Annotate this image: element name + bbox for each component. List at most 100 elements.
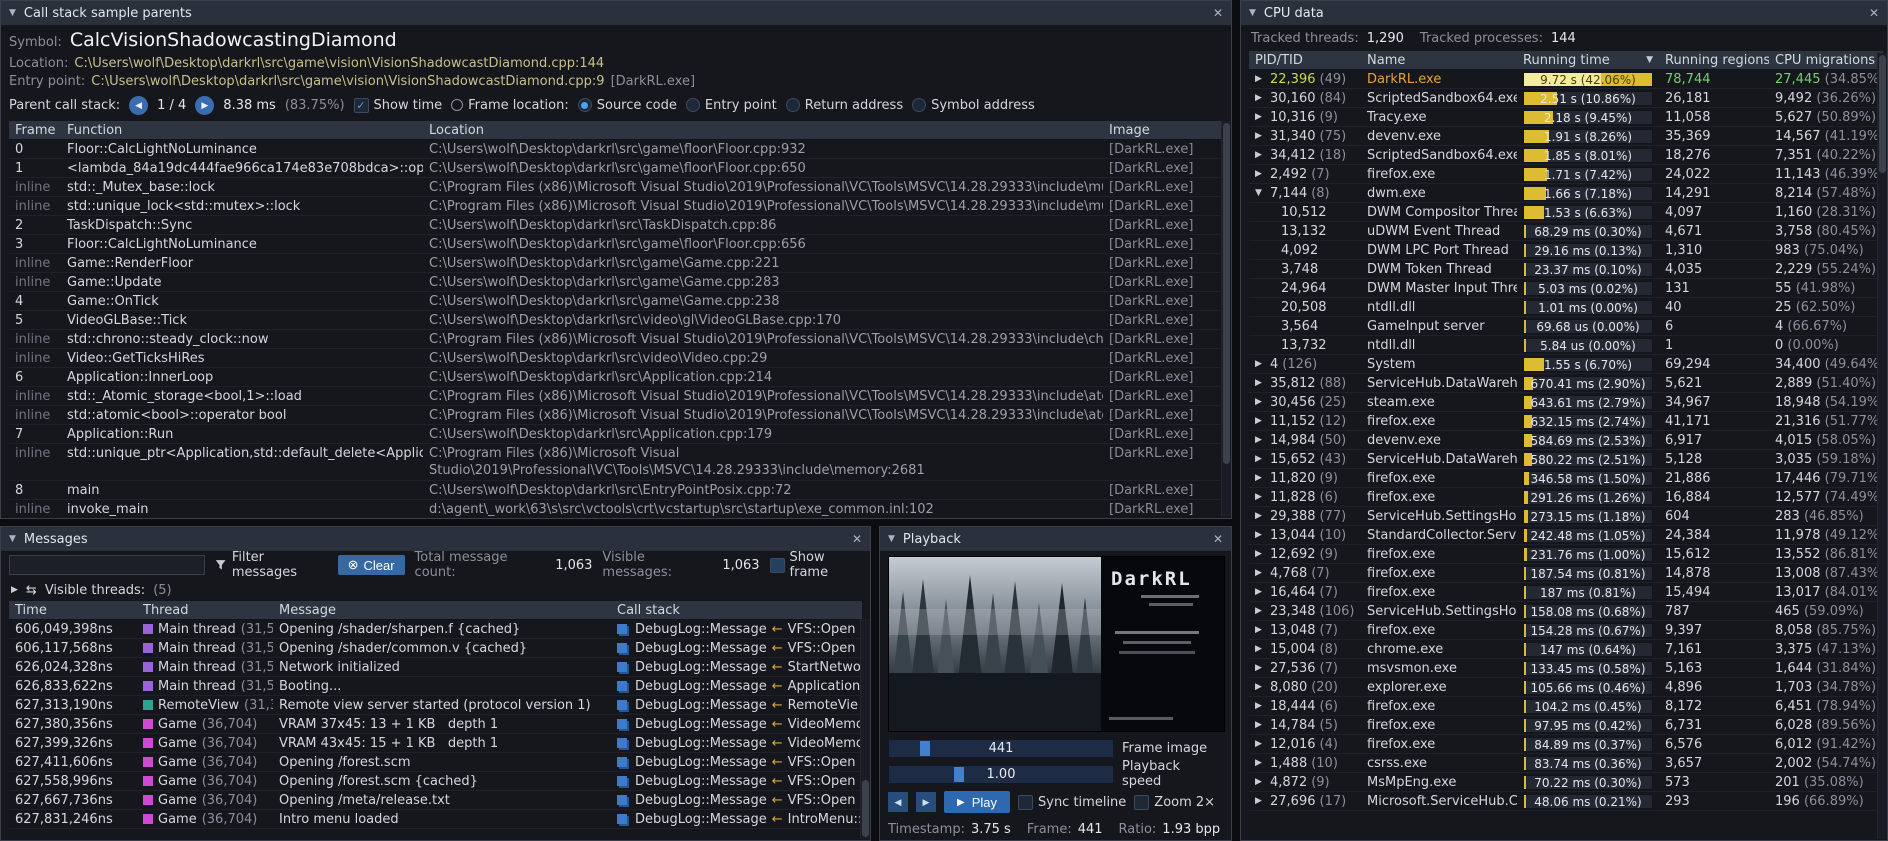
expand-row-icon[interactable]: ▶ [1255,507,1266,525]
message-row[interactable]: 626,024,328nsMain thread(31,596)Network … [9,658,862,677]
column-header-pid-tid[interactable]: PID/TID [1249,51,1361,69]
previous-frame-button[interactable]: ◀ [888,792,908,812]
expand-row-icon[interactable]: ▶ [1255,697,1266,715]
expand-row-icon[interactable]: ▶ [1255,127,1266,145]
column-header-cpu-migrations[interactable]: CPU migrations [1769,51,1883,69]
message-row[interactable]: 627,380,356nsGame(36,704)VRAM 37x45: 13 … [9,715,862,734]
callstack-row[interactable]: inlineVideo::GetTicksHiResC:\Users\wolf\… [9,349,1223,368]
message-row[interactable]: 606,117,568nsMain thread(31,596)Opening … [9,639,862,658]
messages-table-header[interactable]: Time Thread Message Call stack [9,601,862,620]
callstack-row[interactable]: inlinestd::unique_ptr<Application,std::d… [9,444,1223,481]
callstack-cell[interactable]: DebugLog::Message←VFS::Open [611,639,862,657]
callstack-table-header[interactable]: Frame Function Location Image [9,121,1223,140]
collapse-icon[interactable]: ▼ [1249,8,1256,18]
cpu-scrollbar[interactable] [1877,53,1887,839]
cpu-row[interactable]: ▶29,388(77)ServiceHub.SettingsHost273.15… [1249,507,1883,526]
expand-row-icon[interactable]: ▶ [1255,640,1266,658]
column-header-name[interactable]: Name [1361,51,1517,69]
cpu-row[interactable]: ▶15,652(43)ServiceHub.DataWarehou580.22 … [1249,450,1883,469]
cpu-row[interactable]: ▶4(126)System1.55 s (6.70%)69,29434,400 … [1249,355,1883,374]
callstack-row[interactable]: 5VideoGLBase::TickC:\Users\wolf\Desktop\… [9,311,1223,330]
close-icon[interactable]: ✕ [1213,6,1223,20]
cpu-row[interactable]: ▶13,048(7)firefox.exe154.28 ms (0.67%)9,… [1249,621,1883,640]
cpu-row[interactable]: ▶12,016(4)firefox.exe84.89 ms (0.37%)6,5… [1249,735,1883,754]
expand-row-icon[interactable]: ▶ [1255,602,1266,620]
callstack-row[interactable]: inlineinvoke_maind:\agent\_work\63\s\src… [9,500,1223,518]
cpu-row[interactable]: ▶1,488(10)csrss.exe83.74 ms (0.36%)3,657… [1249,754,1883,773]
message-row[interactable]: 627,558,996nsGame(36,704)Opening /forest… [9,772,862,791]
clear-button[interactable]: ⊗ Clear [338,555,405,575]
expand-row-icon[interactable]: ▶ [1255,469,1266,487]
scrollbar-thumb[interactable] [1879,55,1886,173]
column-header-image[interactable]: Image [1103,121,1213,139]
cpu-row[interactable]: ▶4,768(7)firefox.exe187.54 ms (0.81%)14,… [1249,564,1883,583]
expand-row-icon[interactable]: ▶ [1255,89,1266,107]
cpu-row[interactable]: ▶8,080(20)explorer.exe105.66 ms (0.46%)4… [1249,678,1883,697]
callstack-row[interactable]: inlinestd::atomic<bool>::operator boolC:… [9,406,1223,425]
callstack-cell[interactable]: DebugLog::Message←IntroMenu:: [611,810,862,828]
cpu-row[interactable]: ▶4,872(9)MsMpEng.exe70.22 ms (0.30%)5732… [1249,773,1883,792]
scrollbar-thumb[interactable] [1223,123,1230,464]
expand-row-icon[interactable]: ▶ [1255,583,1266,601]
column-header-message[interactable]: Message [273,601,611,619]
next-frame-button[interactable]: ▶ [916,792,936,812]
message-filter-input[interactable] [9,555,205,575]
callstack-cell[interactable]: DebugLog::Message←VFS::Open [611,791,862,809]
cpu-row[interactable]: 3,564GameInput server69.68 us (0.00%)64 … [1249,317,1883,336]
expand-row-icon[interactable]: ▶ [1255,526,1266,544]
cpu-row[interactable]: ▶34,412(18)ScriptedSandbox64.exe1.85 s (… [1249,146,1883,165]
callstack-row[interactable]: inlineGame::RenderFloorC:\Users\wolf\Des… [9,254,1223,273]
cpu-row[interactable]: ▶11,820(9)firefox.exe346.58 ms (1.50%)21… [1249,469,1883,488]
show-frame-checkbox[interactable] [770,558,785,573]
cpu-panel-titlebar[interactable]: ▼ CPU data ✕ [1241,1,1887,25]
callstack-cell[interactable]: DebugLog::Message←VideoMemo [611,715,862,733]
collapse-row-icon[interactable]: ▼ [1255,184,1266,202]
cpu-row[interactable]: ▶27,696(17)Microsoft.ServiceHub.Co48.06 … [1249,792,1883,811]
cpu-row[interactable]: ▼7,144(8)dwm.exe1.66 s (7.18%)14,2918,21… [1249,184,1883,203]
column-header-frame[interactable]: Frame [9,121,61,139]
expand-row-icon[interactable]: ▶ [1255,545,1266,563]
callstack-row[interactable]: 4Game::OnTickC:\Users\wolf\Desktop\darkr… [9,292,1223,311]
message-row[interactable]: 606,049,398nsMain thread(31,596)Opening … [9,620,862,639]
cpu-row[interactable]: ▶18,444(6)firefox.exe104.2 ms (0.45%)8,1… [1249,697,1883,716]
cpu-row[interactable]: ▶16,464(7)firefox.exe187 ms (0.81%)15,49… [1249,583,1883,602]
expand-row-icon[interactable]: ▶ [1255,165,1266,183]
callstack-row[interactable]: 8mainC:\Users\wolf\Desktop\darkrl\src\En… [9,481,1223,500]
zoom-2x-checkbox[interactable] [1134,795,1149,810]
column-header-location[interactable]: Location [423,121,1103,139]
callstack-row[interactable]: 7Application::RunC:\Users\wolf\Desktop\d… [9,425,1223,444]
collapse-icon[interactable]: ▼ [9,8,16,18]
column-header-thread[interactable]: Thread [137,601,273,619]
callstack-row[interactable]: inlineGame::UpdateC:\Users\wolf\Desktop\… [9,273,1223,292]
expand-row-icon[interactable]: ▶ [1255,735,1266,753]
cpu-row[interactable]: 13,132uDWM Event Thread68.29 ms (0.30%)4… [1249,222,1883,241]
expand-row-icon[interactable]: ▶ [1255,70,1266,88]
callstack-row[interactable]: inlinestd::unique_lock<std::mutex>::lock… [9,197,1223,216]
cpu-row[interactable]: 10,512DWM Compositor Thread1.53 s (6.63%… [1249,203,1883,222]
callstack-cell[interactable]: DebugLog::Message←VFS::Open [611,620,862,638]
message-row[interactable]: 627,831,246nsGame(36,704)Intro menu load… [9,810,862,829]
cpu-row[interactable]: ▶13,044(10)StandardCollector.Servic242.4… [1249,526,1883,545]
expand-row-icon[interactable]: ▶ [1255,754,1266,772]
expand-row-icon[interactable]: ▶ [1255,564,1266,582]
message-row[interactable]: 627,313,190nsRemoteView(31,392)Remote vi… [9,696,862,715]
expand-row-icon[interactable]: ▶ [1255,412,1266,430]
callstack-row[interactable]: inlinestd::_Mutex_base::lockC:\Program F… [9,178,1223,197]
message-row[interactable]: 627,667,736nsGame(36,704)Opening /meta/r… [9,791,862,810]
next-callstack-button[interactable]: ▶ [195,96,214,115]
show-time-checkbox[interactable]: ✓ [354,98,369,113]
expand-row-icon[interactable]: ▶ [1255,773,1266,791]
callstack-cell[interactable]: DebugLog::Message←VFS::Open [611,753,862,771]
cpu-row[interactable]: ▶14,784(5)firefox.exe97.95 ms (0.42%)6,7… [1249,716,1883,735]
cpu-row[interactable]: ▶23,348(106)ServiceHub.SettingsHost158.0… [1249,602,1883,621]
message-row[interactable]: 627,411,606nsGame(36,704)Opening /forest… [9,753,862,772]
callstack-row[interactable]: inlinestd::chrono::steady_clock::nowC:\P… [9,330,1223,349]
cpu-row[interactable]: ▶30,456(25)steam.exe643.61 ms (2.79%)34,… [1249,393,1883,412]
cpu-row[interactable]: ▶30,160(84)ScriptedSandbox64.exe2.51 s (… [1249,89,1883,108]
expand-row-icon[interactable]: ▶ [1255,450,1266,468]
callstack-panel-titlebar[interactable]: ▼ Call stack sample parents ✕ [1,1,1231,25]
sort-descending-icon[interactable]: ▼ [1646,51,1653,69]
cpu-row[interactable]: ▶11,152(12)firefox.exe632.15 ms (2.74%)4… [1249,412,1883,431]
callstack-cell[interactable]: DebugLog::Message←Application: [611,677,862,695]
expand-row-icon[interactable]: ▶ [1255,393,1266,411]
